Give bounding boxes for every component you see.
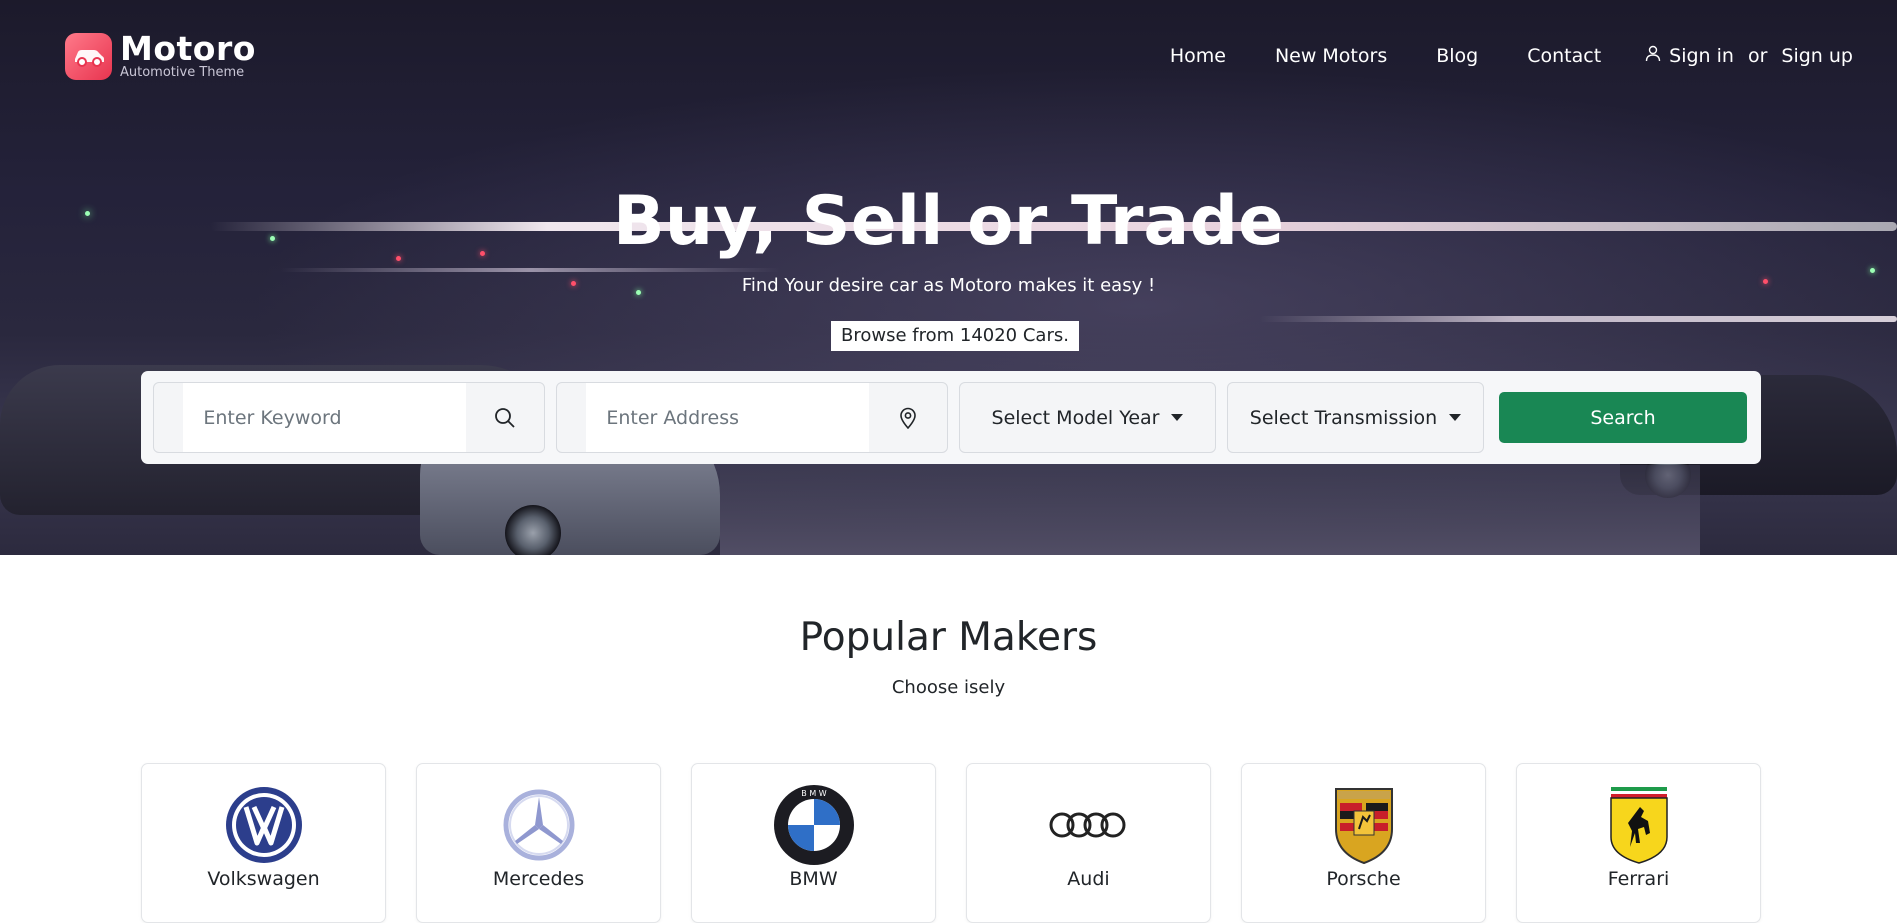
nav-blog[interactable]: Blog (1436, 45, 1478, 67)
maker-card-porsche[interactable]: Porsche (1241, 763, 1486, 923)
svg-text:B M W: B M W (801, 789, 826, 798)
maker-card-bmw[interactable]: B M W BMW (691, 763, 936, 923)
volkswagen-logo-icon (224, 784, 304, 866)
address-field (556, 382, 948, 453)
maker-card-ferrari[interactable]: Ferrari (1516, 763, 1761, 923)
maker-name: Porsche (1326, 868, 1401, 890)
hero-subtitle: Find Your desire car as Motoro makes it … (741, 275, 1156, 296)
auth-separator: or (1747, 45, 1768, 67)
car-icon (65, 32, 112, 80)
auth-links: Sign in or Sign up (1641, 45, 1857, 67)
brand-logo[interactable]: Motoro Automotive Theme (65, 32, 256, 80)
hero-section: Motoro Automotive Theme Home New Motors … (0, 0, 1897, 555)
model-year-label: Select Model Year (991, 406, 1160, 429)
maker-card-mercedes[interactable]: Mercedes (416, 763, 661, 923)
address-input[interactable] (586, 383, 870, 452)
maker-name: BMW (789, 868, 838, 890)
sign-up-link[interactable]: Sign up (1781, 45, 1853, 67)
car-wheel (505, 505, 561, 555)
hero-title: Buy, Sell or Trade (612, 182, 1285, 261)
user-icon (1645, 45, 1661, 67)
parked-car (720, 465, 1700, 555)
location-pin-icon[interactable] (869, 383, 947, 452)
nav-home[interactable]: Home (1170, 45, 1226, 67)
transmission-label: Select Transmission (1249, 406, 1438, 429)
model-year-select[interactable]: Select Model Year (959, 382, 1216, 453)
caret-down-icon (1449, 414, 1462, 421)
maker-name: Volkswagen (207, 868, 320, 890)
main-nav: Home New Motors Blog Contact Sign in or … (1121, 45, 1857, 67)
ceiling-light (1260, 316, 1897, 322)
audi-logo-icon (1048, 784, 1130, 866)
ceiling-light (280, 268, 780, 272)
search-icon[interactable] (466, 383, 544, 452)
nav-new-motors[interactable]: New Motors (1275, 45, 1387, 67)
maker-name: Mercedes (492, 868, 585, 890)
makers-title: Popular Makers (799, 615, 1098, 660)
maker-card-volkswagen[interactable]: Volkswagen (141, 763, 386, 923)
mercedes-logo-icon (503, 784, 575, 866)
browse-count: Browse from 14020 Cars. (831, 321, 1079, 351)
porsche-logo-icon (1332, 784, 1396, 866)
search-bar: Select Model Year Select Transmission Se… (141, 371, 1761, 464)
green-light (1870, 268, 1875, 273)
keyword-field (153, 382, 545, 453)
sign-in-link[interactable]: Sign in (1669, 45, 1734, 67)
nav-contact[interactable]: Contact (1527, 45, 1601, 67)
maker-card-audi[interactable]: Audi (966, 763, 1211, 923)
search-button[interactable]: Search (1499, 392, 1747, 443)
makers-subtitle: Choose isely (891, 677, 1006, 698)
keyword-input[interactable] (183, 383, 467, 452)
transmission-select[interactable]: Select Transmission (1227, 382, 1484, 453)
maker-name: Audi (1067, 868, 1110, 890)
caret-down-icon (1171, 414, 1184, 421)
makers-list: Volkswagen Mercedes B M W BMW Audi Porsc… (141, 763, 1761, 923)
brand-tagline: Automotive Theme (120, 65, 245, 80)
brand-name: Motoro (120, 29, 256, 68)
ferrari-logo-icon (1608, 784, 1670, 866)
maker-name: Ferrari (1607, 868, 1670, 890)
bmw-logo-icon: B M W (773, 784, 855, 866)
